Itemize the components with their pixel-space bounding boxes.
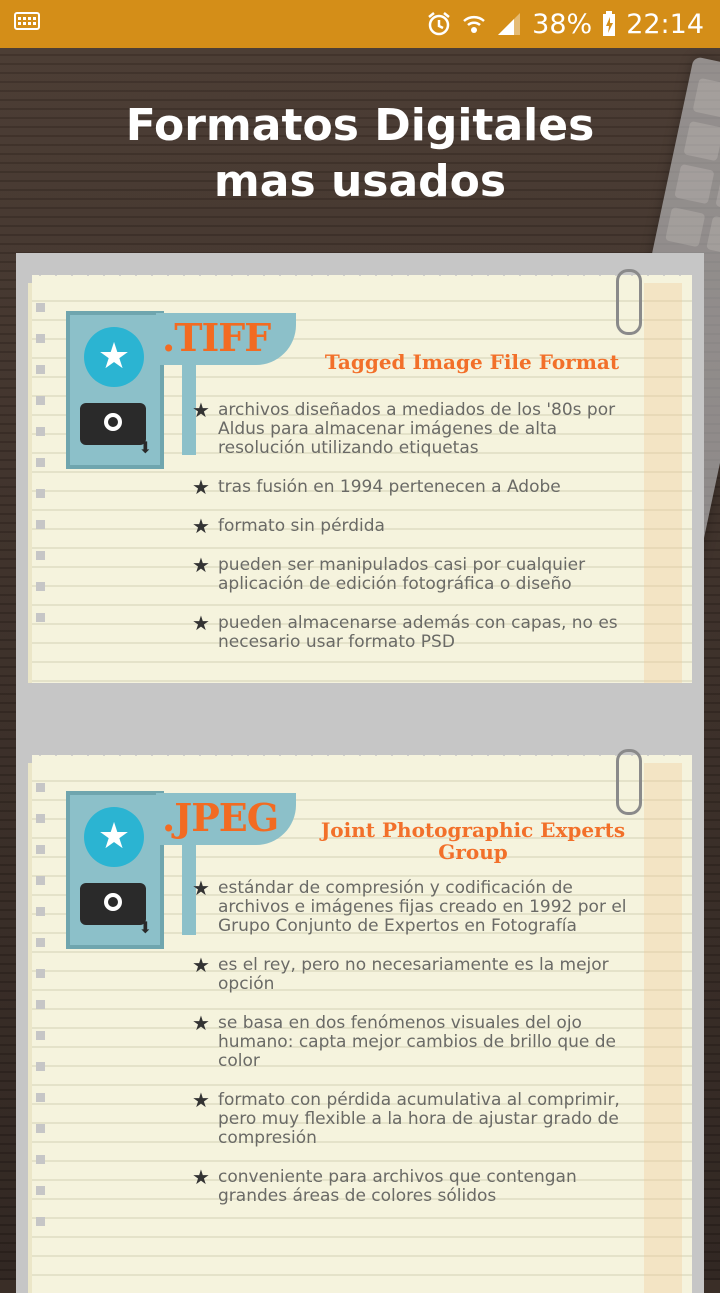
- signal-icon: [496, 11, 522, 37]
- alarm-icon: [426, 11, 452, 37]
- paperclip-icon: [616, 269, 642, 335]
- keyboard-icon: [14, 12, 40, 30]
- bullet-star-icon: ★: [192, 475, 210, 499]
- bullet-star-icon: ★: [192, 398, 210, 422]
- status-bar: 38% 22:14: [0, 0, 720, 48]
- bullet-star-icon: ★: [192, 1088, 210, 1112]
- title-line-1: Formatos Digitales: [125, 100, 595, 151]
- film-camera-icon: ★: [66, 311, 164, 469]
- page-title: Formatos Digitales mas usados: [0, 98, 720, 210]
- format-full-name: Tagged Image File Format: [324, 350, 620, 374]
- clock: 22:14: [626, 8, 704, 40]
- camera-icon: [80, 403, 152, 457]
- format-label: .TIFF: [162, 315, 271, 360]
- paperclip-icon: [616, 749, 642, 815]
- wifi-icon: [462, 12, 486, 36]
- notebook-holes: [36, 303, 46, 644]
- bullet-star-icon: ★: [192, 1165, 210, 1189]
- battery-percent: 38%: [532, 8, 593, 40]
- star-icon: ★: [84, 807, 144, 867]
- format-full-name: Joint Photographic Experts Group: [320, 818, 626, 864]
- bullet-item: ★ conveniente para archivos que contengan…: [192, 1165, 577, 1206]
- star-icon: ★: [84, 327, 144, 387]
- bullet-item: ★ estándar de compresión y codificación d…: [192, 876, 627, 936]
- bullet-list: ★ archivos diseñados a mediados de los '8…: [192, 398, 642, 652]
- bullet-list: ★ estándar de compresión y codificación d…: [192, 876, 642, 1206]
- notebook-holes: [36, 783, 46, 1248]
- bullet-item: ★ pueden almacenarse además con capas, no…: [192, 611, 618, 652]
- bullet-star-icon: ★: [192, 553, 210, 577]
- format-label: .JPEG: [162, 795, 279, 840]
- battery-charging-icon: [602, 11, 616, 37]
- bullet-star-icon: ★: [192, 953, 210, 977]
- bullet-item: ★ tras fusión en 1994 pertenecen a Adobe: [192, 475, 561, 499]
- bullet-star-icon: ★: [192, 611, 210, 635]
- camera-icon: [80, 883, 152, 937]
- infographic-image[interactable]: ★ .TIFF Tagged Image File Format ★archiv…: [16, 253, 704, 1293]
- format-badge: .TIFF: [156, 313, 296, 365]
- format-badge: .JPEG: [156, 793, 296, 845]
- title-line-2: mas usados: [213, 156, 507, 207]
- film-camera-icon: ★: [66, 791, 164, 949]
- format-card-jpeg: ★ .JPEG Joint Photographic Experts Group…: [28, 749, 692, 1293]
- format-card-tiff: ★ .TIFF Tagged Image File Format ★archiv…: [28, 269, 692, 683]
- bullet-item: ★ formato sin pérdida: [192, 514, 385, 538]
- bullet-item: ★ formato con pérdida acumulativa al comp…: [192, 1088, 620, 1148]
- bullet-item: ★ archivos diseñados a mediados de los '8…: [192, 398, 616, 458]
- bullet-star-icon: ★: [192, 514, 210, 538]
- bullet-star-icon: ★: [192, 1011, 210, 1035]
- bullet-star-icon: ★: [192, 876, 210, 900]
- bullet-item: ★ pueden ser manipulados casi por cualqui…: [192, 553, 586, 594]
- bullet-item: ★ es el rey, pero no necesariamente es la…: [192, 953, 609, 994]
- bullet-item: ★ se basa en dos fenómenos visuales del o…: [192, 1011, 616, 1071]
